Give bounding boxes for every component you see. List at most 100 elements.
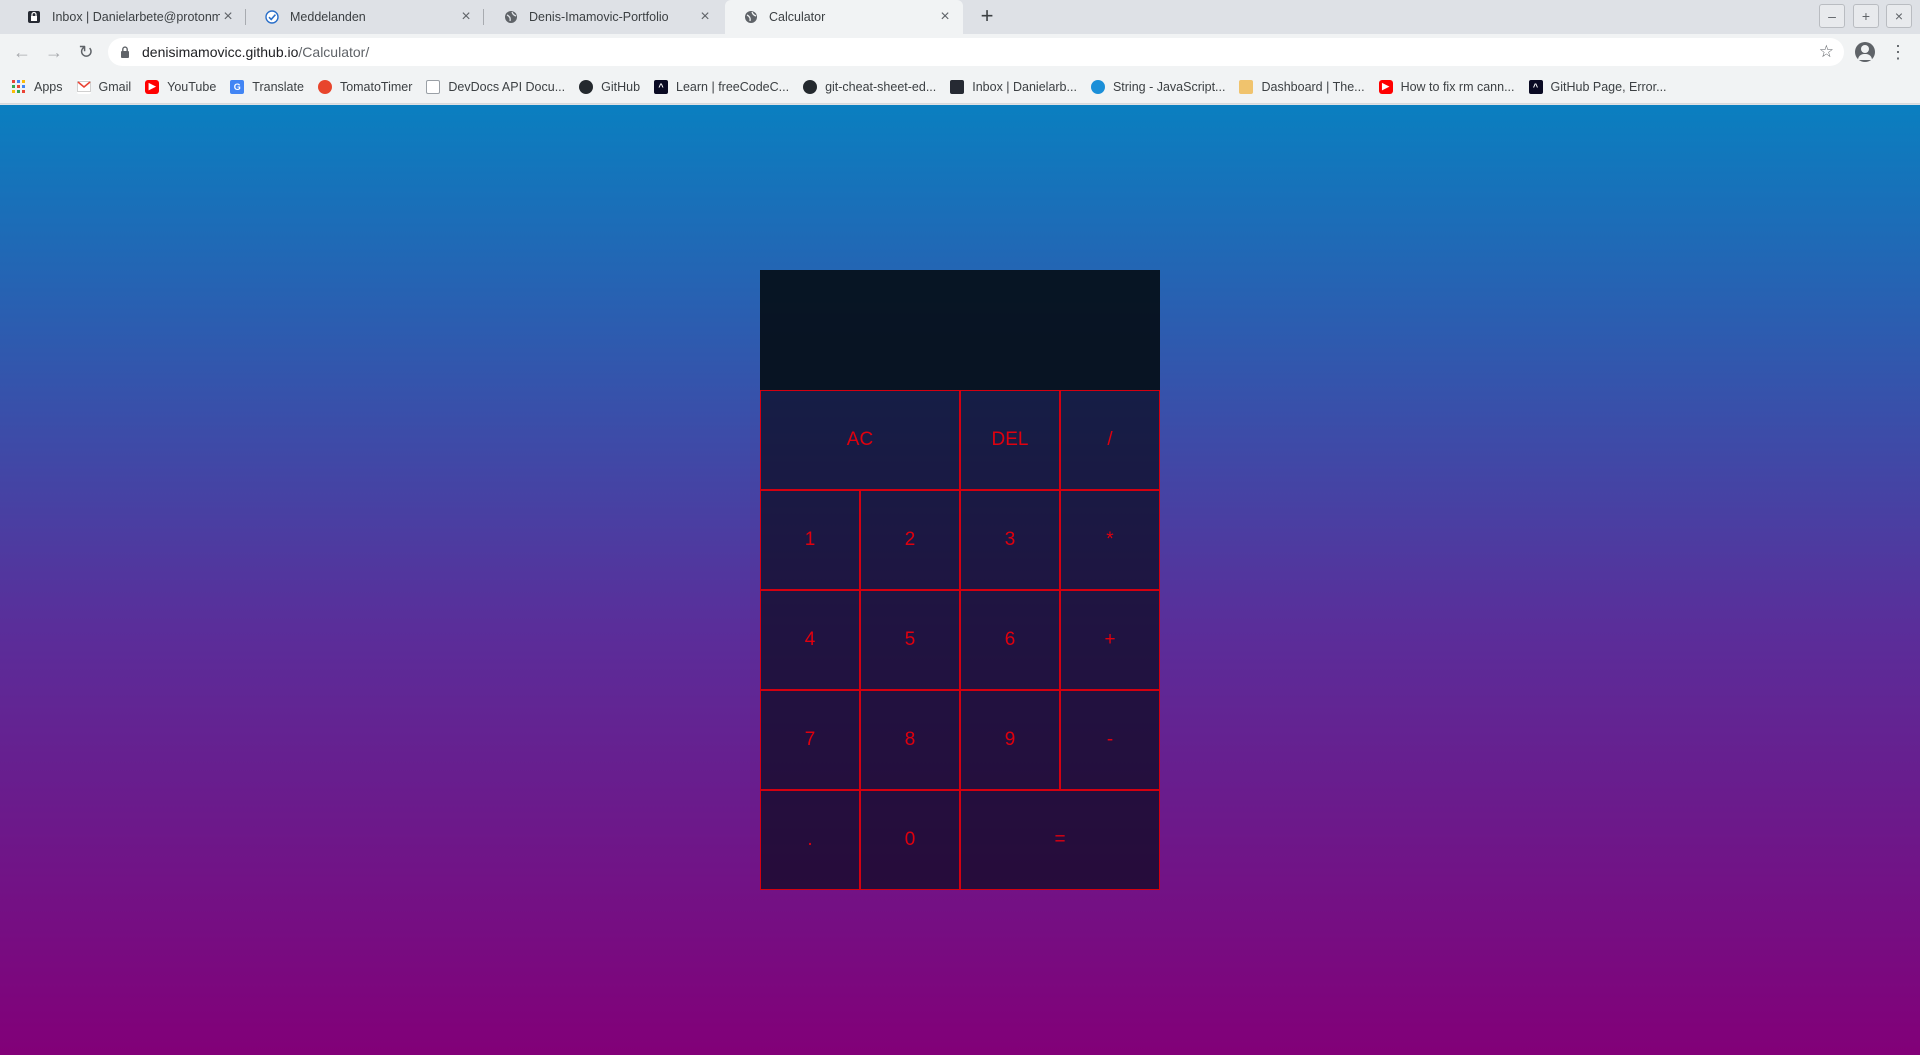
bookmark-label: Inbox | Danielarb... (972, 79, 1077, 94)
bookmark-youtube-rm[interactable]: ▶ How to fix rm cann... (1378, 79, 1515, 94)
bookmark-label: How to fix rm cann... (1400, 79, 1515, 94)
bookmark-gmail[interactable]: Gmail (76, 79, 132, 94)
freecodecamp-icon: ^ (1528, 79, 1543, 94)
translate-icon: G (230, 79, 245, 94)
add-button[interactable]: + (1060, 590, 1160, 690)
digit-6-button[interactable]: 6 (960, 590, 1060, 690)
tab-title: Inbox | Danielarbete@protonm (52, 9, 220, 24)
bookmark-label: Gmail (98, 79, 132, 94)
mdn-icon (1090, 79, 1105, 94)
digit-7-button[interactable]: 7 (760, 690, 860, 790)
check-badge-icon (264, 9, 280, 25)
devdocs-icon (426, 79, 441, 94)
address-bar[interactable]: denisimamovicc.github.io/Calculator/ ☆ (108, 38, 1844, 66)
tab-meddelanden[interactable]: Meddelanden × (246, 0, 484, 33)
digit-0-button[interactable]: 0 (860, 790, 960, 890)
browser-toolbar: ← → ↻ denisimamovicc.github.io/Calculato… (0, 34, 1920, 70)
bookmark-label: Translate (252, 79, 304, 94)
tab-separator (483, 9, 484, 25)
tab-portfolio[interactable]: Denis-Imamovic-Portfolio × (485, 0, 723, 33)
tab-strip: Inbox | Danielarbete@protonm × Meddeland… (0, 0, 1920, 34)
bookmark-youtube[interactable]: ▶ YouTube (145, 79, 217, 94)
bookmark-tomatotimer[interactable]: TomatoTimer (317, 79, 413, 94)
page-viewport: AC DEL / 1 2 3 * 4 5 6 + 7 8 9 - . 0 = (0, 105, 1920, 1055)
digit-3-button[interactable]: 3 (960, 490, 1060, 590)
youtube-icon: ▶ (1378, 79, 1393, 94)
bookmarks-bar: Apps Gmail ▶ YouTube G Translate TomatoT… (0, 70, 1920, 104)
forward-button[interactable]: → (42, 40, 66, 64)
bookmark-inbox-protonmail[interactable]: Inbox | Danielarb... (950, 79, 1077, 94)
bookmark-label: GitHub (601, 79, 641, 94)
bookmark-label: YouTube (167, 79, 217, 94)
tab-title: Meddelanden (290, 9, 366, 24)
bookmark-github[interactable]: GitHub (579, 79, 641, 94)
digit-5-button[interactable]: 5 (860, 590, 960, 690)
lock-icon (118, 45, 132, 59)
bookmark-label: Apps (34, 79, 63, 94)
globe-icon (503, 9, 519, 25)
bookmark-theodinproject[interactable]: Dashboard | The... (1239, 79, 1365, 94)
equals-button[interactable]: = (960, 790, 1160, 890)
digit-8-button[interactable]: 8 (860, 690, 960, 790)
multiply-button[interactable]: * (1060, 490, 1160, 590)
youtube-icon: ▶ (145, 79, 160, 94)
back-button[interactable]: ← (10, 40, 34, 64)
kebab-menu-icon[interactable]: ⋮ (1888, 40, 1908, 64)
divide-button[interactable]: / (1060, 390, 1160, 490)
digit-4-button[interactable]: 4 (760, 590, 860, 690)
digit-1-button[interactable]: 1 (760, 490, 860, 590)
digit-9-button[interactable]: 9 (960, 690, 1060, 790)
bookmark-freecodecamp[interactable]: ^ Learn | freeCodeC... (654, 79, 790, 94)
tab-calculator[interactable]: Calculator × (725, 0, 963, 34)
minimize-button[interactable]: – (1819, 4, 1845, 28)
calculator: AC DEL / 1 2 3 * 4 5 6 + 7 8 9 - . 0 = (760, 270, 1160, 890)
bookmark-label: DevDocs API Docu... (448, 79, 566, 94)
bookmark-label: GitHub Page, Error... (1550, 79, 1667, 94)
delete-button[interactable]: DEL (960, 390, 1060, 490)
url-text: denisimamovicc.github.io/Calculator/ (142, 44, 369, 60)
url-path: /Calculator/ (298, 44, 370, 60)
decimal-button[interactable]: . (760, 790, 860, 890)
close-icon[interactable]: × (220, 8, 236, 25)
bookmark-git-cheat-sheet[interactable]: git-cheat-sheet-ed... (803, 79, 937, 94)
subtract-button[interactable]: - (1060, 690, 1160, 790)
bookmark-label: git-cheat-sheet-ed... (825, 79, 937, 94)
maximize-button[interactable]: + (1853, 4, 1879, 28)
reload-icon: ↻ (78, 42, 94, 62)
bookmark-github-page-error[interactable]: ^ GitHub Page, Error... (1528, 79, 1667, 94)
tab-title: Denis-Imamovic-Portfolio (529, 9, 669, 24)
close-icon[interactable]: × (697, 8, 713, 25)
bookmark-devdocs[interactable]: DevDocs API Docu... (426, 79, 566, 94)
github-icon (803, 79, 818, 94)
new-tab-button[interactable]: + (975, 4, 999, 28)
globe-icon (743, 9, 759, 25)
protonmail-icon (950, 79, 965, 94)
bookmark-label: TomatoTimer (339, 79, 413, 94)
bookmark-label: Learn | freeCodeC... (676, 79, 790, 94)
gmail-icon (76, 79, 91, 94)
protonmail-icon (26, 9, 42, 25)
github-icon (579, 79, 594, 94)
calculator-display (760, 270, 1160, 390)
digit-2-button[interactable]: 2 (860, 490, 960, 590)
bookmark-label: Dashboard | The... (1261, 79, 1365, 94)
bookmark-translate[interactable]: G Translate (230, 79, 304, 94)
theodinproject-icon (1239, 79, 1254, 94)
freecodecamp-icon: ^ (654, 79, 669, 94)
profile-avatar-icon[interactable] (1855, 42, 1875, 62)
all-clear-button[interactable]: AC (760, 390, 960, 490)
arrow-right-icon: → (45, 42, 63, 62)
bookmark-mdn-string[interactable]: String - JavaScript... (1090, 79, 1226, 94)
reload-button[interactable]: ↻ (74, 40, 98, 64)
tab-inbox-protonmail[interactable]: Inbox | Danielarbete@protonm × (8, 0, 246, 33)
bookmark-apps[interactable]: Apps (12, 79, 63, 94)
bookmark-label: String - JavaScript... (1112, 79, 1226, 94)
tab-title: Calculator (769, 10, 826, 24)
bookmark-star-icon[interactable]: ☆ (1819, 42, 1834, 62)
close-icon[interactable]: × (937, 9, 953, 25)
tomato-icon (317, 79, 332, 94)
arrow-left-icon: ← (13, 42, 31, 62)
apps-grid-icon (12, 79, 26, 94)
close-window-button[interactable]: × (1886, 4, 1912, 28)
close-icon[interactable]: × (458, 8, 474, 25)
